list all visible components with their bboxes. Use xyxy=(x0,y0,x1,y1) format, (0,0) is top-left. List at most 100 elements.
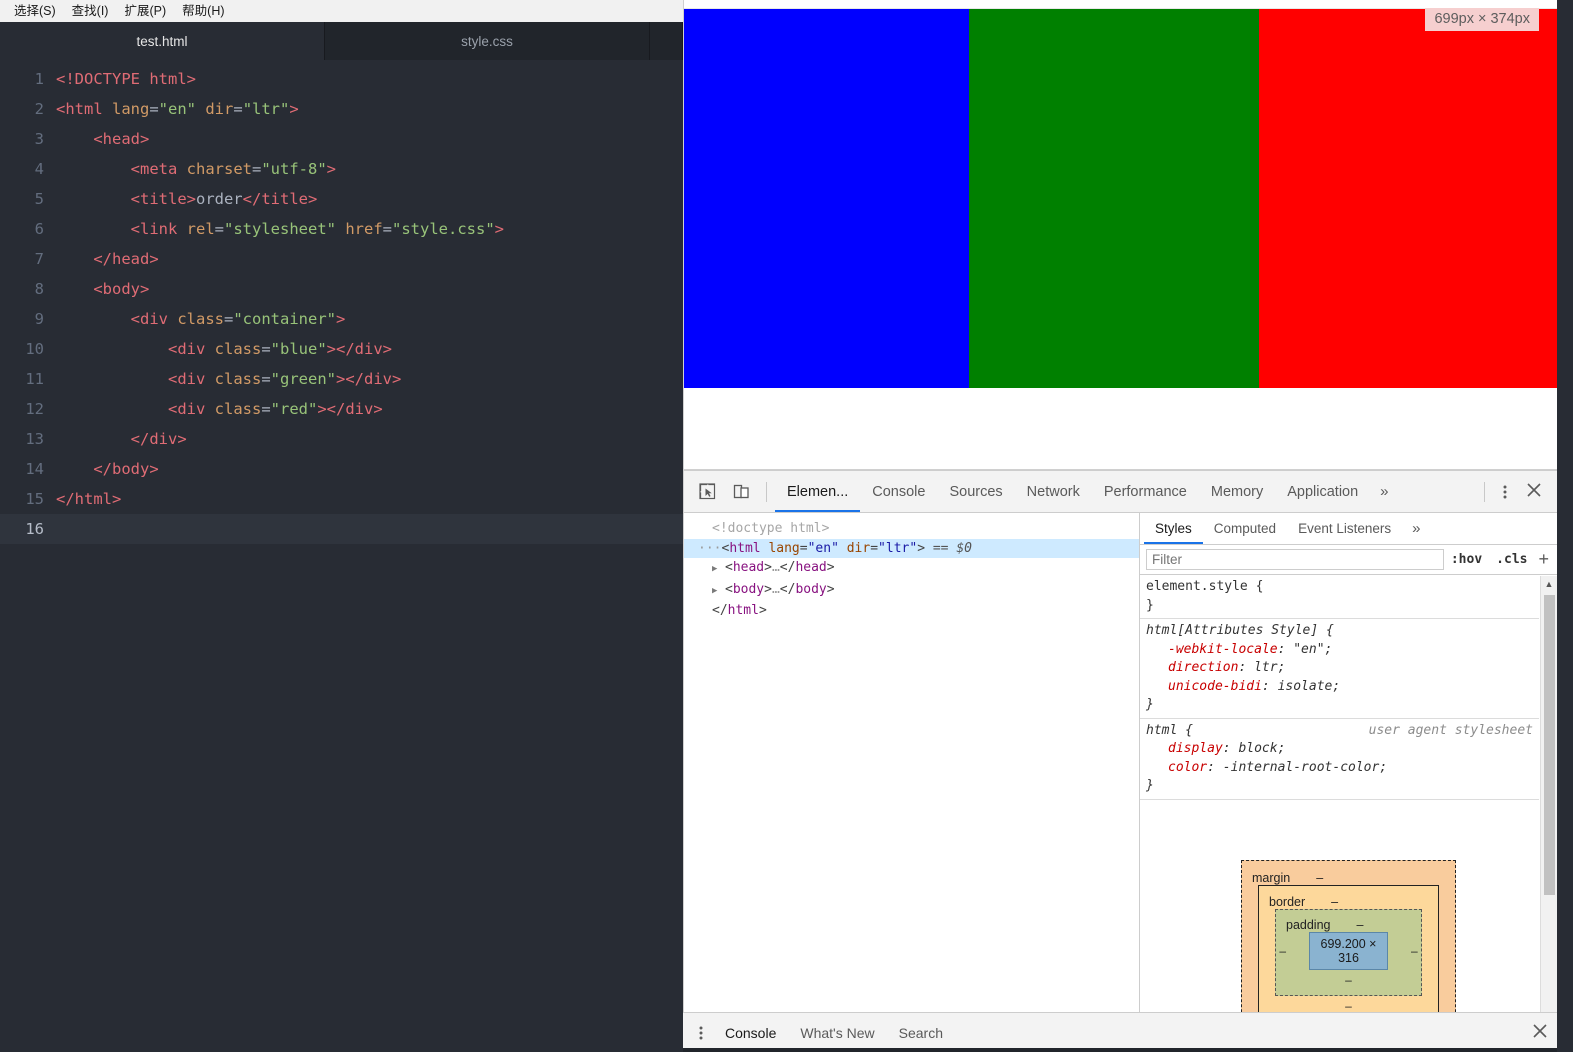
more-tabs-chevron-icon[interactable]: » xyxy=(1370,483,1398,500)
css-declaration[interactable]: -webkit-locale: "en"; xyxy=(1146,641,1539,660)
code-line[interactable]: 16 xyxy=(0,514,683,544)
code-line[interactable]: 11 <div class="green"></div> xyxy=(0,364,683,394)
styles-tab-eventlisteners[interactable]: Event Listeners xyxy=(1287,513,1402,544)
devtools-tab-console[interactable]: Console xyxy=(860,471,937,512)
drawer-tab-console[interactable]: Console xyxy=(713,1013,788,1052)
code-line[interactable]: 3 <head> xyxy=(0,124,683,154)
dom-tree[interactable]: <!doctype html> ···<html lang="en" dir="l… xyxy=(684,513,1139,1022)
css-rule-0[interactable]: element.style {} xyxy=(1140,575,1539,619)
box-model-border-value[interactable]: – xyxy=(1331,895,1338,909)
line-number: 9 xyxy=(34,310,44,328)
menu-item-3[interactable]: 帮助(H) xyxy=(174,0,232,22)
box-model-padding[interactable]: padding – –699.200 × 316– – xyxy=(1275,909,1422,996)
cls-toggle[interactable]: .cls xyxy=(1489,552,1534,567)
editor-tab-extra[interactable] xyxy=(650,22,683,60)
css-property-value[interactable]: : ltr; xyxy=(1238,660,1285,675)
code-token: class xyxy=(214,370,262,388)
code-line[interactable]: 10 <div class="blue"></div> xyxy=(0,334,683,364)
device-toolbar-icon[interactable] xyxy=(726,478,756,506)
css-property-value[interactable]: : "en"; xyxy=(1278,642,1333,657)
menu-item-2[interactable]: 扩展(P) xyxy=(116,0,174,22)
menu-item-1[interactable]: 查找(I) xyxy=(64,0,117,22)
box-model-padding-left[interactable]: – xyxy=(1276,944,1289,958)
drawer-menu-icon[interactable] xyxy=(689,1025,713,1041)
inspect-cursor-icon[interactable] xyxy=(692,478,722,506)
scrollbar-thumb[interactable] xyxy=(1543,595,1555,895)
css-property-value[interactable]: : isolate; xyxy=(1262,679,1340,694)
code-line[interactable]: 12 <div class="red"></div> xyxy=(0,394,683,424)
box-model-padding-bottom[interactable]: – xyxy=(1276,970,1421,987)
dom-node-head[interactable]: ▶ <head>…</head> xyxy=(684,558,1139,580)
devtools-tab-network[interactable]: Network xyxy=(1015,471,1092,512)
css-rule-close: } xyxy=(1146,597,1154,613)
css-declaration[interactable]: unicode-bidi: isolate; xyxy=(1146,678,1539,697)
dom-node-html-open[interactable]: ···<html lang="en" dir="ltr"> == $0 xyxy=(684,538,1139,558)
dom-node-doctype[interactable]: <!doctype html> xyxy=(684,519,1139,539)
styles-tab-styles[interactable]: Styles xyxy=(1144,513,1203,544)
styles-tab-computed[interactable]: Computed xyxy=(1203,513,1287,544)
styles-pane: StylesComputedEvent Listeners» :hov .cls… xyxy=(1140,513,1557,1052)
devtools-toolbar: Elemen... Console Sources Network Performanc… xyxy=(684,471,1557,513)
css-property-name[interactable]: color xyxy=(1168,760,1207,775)
hov-toggle[interactable]: :hov xyxy=(1444,552,1489,567)
devtools-tab-elemen[interactable]: Elemen... xyxy=(775,471,860,512)
styles-more-tabs-chevron-icon[interactable]: » xyxy=(1402,520,1430,537)
code-area[interactable]: 1 <!DOCTYPE html> 2 <html lang="en" dir="lt… xyxy=(0,60,683,1052)
menu-item-0[interactable]: 选择(S) xyxy=(6,0,64,22)
code-line[interactable]: 7 </head> xyxy=(0,244,683,274)
devtools-menu-icon[interactable] xyxy=(1493,484,1517,500)
code-line[interactable]: 1 <!DOCTYPE html> xyxy=(0,64,683,94)
drawer-tab-whatsnew[interactable]: What's New xyxy=(788,1013,886,1052)
drawer-tab-search[interactable]: Search xyxy=(887,1013,955,1052)
editor-tab-style.css[interactable]: style.css xyxy=(325,22,650,60)
box-model-content[interactable]: 699.200 × 316 xyxy=(1309,932,1388,970)
devtools-tab-memory[interactable]: Memory xyxy=(1199,471,1275,512)
css-rule-2[interactable]: html {user agent stylesheet display: bloc… xyxy=(1140,719,1539,800)
drawer-close-icon[interactable] xyxy=(1523,1023,1557,1043)
devtools-tab-performance[interactable]: Performance xyxy=(1092,471,1199,512)
css-property-name[interactable]: unicode-bidi xyxy=(1168,679,1262,694)
devtools-tab-application[interactable]: Application xyxy=(1275,471,1370,512)
box-model-margin-value[interactable]: – xyxy=(1316,871,1323,885)
css-declaration[interactable]: direction: ltr; xyxy=(1146,659,1539,678)
dom-expand-arrow-icon[interactable]: ▶ xyxy=(712,582,725,602)
css-selector: html[Attributes Style] { xyxy=(1146,623,1334,638)
css-property-value[interactable]: : block; xyxy=(1223,741,1286,756)
code-line[interactable]: 8 <body> xyxy=(0,274,683,304)
css-property-name[interactable]: direction xyxy=(1168,660,1238,675)
code-token: > xyxy=(494,220,504,238)
styles-scrollbar[interactable]: ▲ ▼ xyxy=(1540,576,1557,1052)
box-model-border[interactable]: border – padding – –699.200 × 316– – – xyxy=(1258,885,1439,1023)
dom-expand-arrow-icon[interactable]: ▶ xyxy=(712,560,725,580)
code-line[interactable]: 4 <meta charset="utf-8"> xyxy=(0,154,683,184)
styles-filter-input[interactable] xyxy=(1146,549,1444,570)
css-property-name[interactable]: display xyxy=(1168,741,1223,756)
box-model-padding-right[interactable]: – xyxy=(1408,944,1421,958)
css-declaration[interactable]: display: block; xyxy=(1146,740,1539,759)
box-model-border-bottom[interactable]: – xyxy=(1259,996,1438,1013)
editor-tab-test.html[interactable]: test.html xyxy=(0,22,325,60)
devtools-close-icon[interactable] xyxy=(1517,482,1551,502)
code-line[interactable]: 2 <html lang="en" dir="ltr"> xyxy=(0,94,683,124)
css-property-name[interactable]: -webkit-locale xyxy=(1168,642,1278,657)
css-rules-list[interactable]: element.style {} html[Attributes Style] {… xyxy=(1140,575,1557,842)
css-rule-1[interactable]: html[Attributes Style] {-webkit-locale: … xyxy=(1140,619,1539,719)
code-line[interactable]: 5 <title>order</title> xyxy=(0,184,683,214)
code-line[interactable]: 14 </body> xyxy=(0,454,683,484)
code-line[interactable]: 6 <link rel="stylesheet" href="style.css… xyxy=(0,214,683,244)
dom-node-html-close[interactable]: </html> xyxy=(684,601,1139,621)
code-token: <head> xyxy=(93,130,150,148)
code-line[interactable]: 15 </html> xyxy=(0,484,683,514)
dom-token: </ xyxy=(779,581,796,597)
css-property-value[interactable]: : -internal-root-color; xyxy=(1207,760,1387,775)
scroll-up-arrow-icon[interactable]: ▲ xyxy=(1545,576,1554,593)
devtools-tab-sources[interactable]: Sources xyxy=(937,471,1014,512)
code-line[interactable]: 9 <div class="container"> xyxy=(0,304,683,334)
css-declaration[interactable]: color: -internal-root-color; xyxy=(1146,759,1539,778)
code-line[interactable]: 13 </div> xyxy=(0,424,683,454)
scrollbar-track[interactable] xyxy=(1541,593,1557,1035)
add-style-rule-button[interactable]: + xyxy=(1534,549,1555,570)
box-model-padding-value[interactable]: – xyxy=(1357,918,1364,932)
dom-node-body[interactable]: ▶ <body>…</body> xyxy=(684,580,1139,602)
